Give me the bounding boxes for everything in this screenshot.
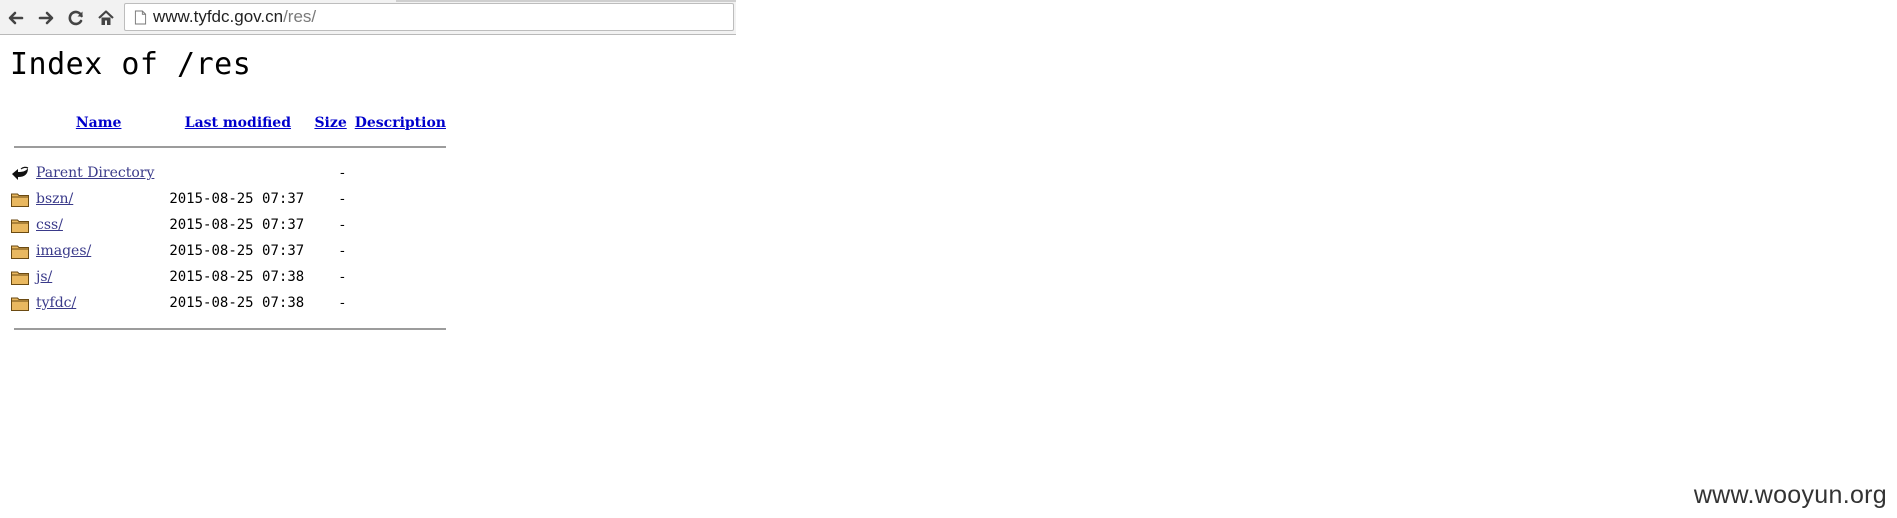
folder-icon [10, 267, 30, 287]
header-size: Size [310, 112, 350, 134]
forward-arrow-icon [38, 11, 54, 25]
home-icon [98, 10, 114, 25]
modified-date: 2015-08-25 07:38 [169, 295, 305, 311]
size-value: - [340, 295, 345, 311]
back-button[interactable] [4, 6, 28, 30]
reload-button[interactable] [64, 6, 88, 30]
url-path: /res/ [283, 7, 317, 26]
file-listing-table: Name Last modified Size Description Pare… [10, 112, 450, 342]
table-row: tyfdc/ 2015-08-25 07:38 - [10, 290, 450, 316]
size-value: - [340, 191, 345, 207]
sort-by-size-link[interactable]: Size [314, 115, 346, 131]
header-description: Description [351, 112, 450, 134]
entry-link[interactable]: bszn/ [36, 191, 73, 207]
folder-icon [10, 215, 30, 235]
table-row: css/ 2015-08-25 07:37 - [10, 212, 450, 238]
header-icon-spacer [10, 112, 32, 134]
sort-by-last-modified-link[interactable]: Last modified [185, 115, 291, 131]
entry-link[interactable]: images/ [36, 243, 91, 259]
folder-icon [10, 189, 30, 209]
back-icon [10, 163, 30, 183]
sort-by-name-link[interactable]: Name [76, 115, 122, 131]
watermark-text: www.wooyun.org [1693, 481, 1887, 509]
divider [14, 146, 446, 148]
tab-strip-edge [396, 0, 736, 2]
address-url: www.tyfdc.gov.cn/res/ [153, 7, 316, 27]
divider [14, 328, 446, 330]
table-row-parent-directory: Parent Directory - [10, 160, 450, 186]
browser-toolbar: www.tyfdc.gov.cn/res/ [0, 0, 736, 35]
header-name: Name [32, 112, 165, 134]
home-button[interactable] [94, 6, 118, 30]
header-last-modified: Last modified [165, 112, 310, 134]
table-row: bszn/ 2015-08-25 07:37 - [10, 186, 450, 212]
reload-icon [68, 10, 83, 26]
size-value: - [340, 165, 345, 181]
parent-directory-link[interactable]: Parent Directory [36, 165, 154, 181]
address-bar[interactable]: www.tyfdc.gov.cn/res/ [124, 3, 734, 31]
url-host: www.tyfdc.gov.cn [153, 7, 284, 26]
page-title: Index of /res [10, 47, 252, 82]
entry-link[interactable]: tyfdc/ [36, 295, 76, 311]
size-value: - [340, 243, 345, 259]
modified-date: 2015-08-25 07:37 [169, 191, 305, 207]
back-arrow-icon [8, 11, 24, 25]
header-divider-row [10, 134, 450, 160]
table-row: js/ 2015-08-25 07:38 - [10, 264, 450, 290]
size-value: - [340, 217, 345, 233]
table-row: images/ 2015-08-25 07:37 - [10, 238, 450, 264]
page-icon [133, 9, 147, 25]
folder-icon [10, 241, 30, 261]
modified-date: 2015-08-25 07:37 [169, 243, 305, 259]
folder-icon [10, 293, 30, 313]
entry-link[interactable]: js/ [36, 269, 52, 285]
table-header-row: Name Last modified Size Description [10, 112, 450, 134]
modified-date: 2015-08-25 07:37 [169, 217, 305, 233]
forward-button[interactable] [34, 6, 58, 30]
size-value: - [340, 269, 345, 285]
directory-listing-page: Index of /res Name Last modified Size De… [10, 34, 450, 342]
sort-by-description-link[interactable]: Description [355, 115, 446, 131]
entry-link[interactable]: css/ [36, 217, 63, 233]
footer-divider-row [10, 316, 450, 342]
modified-date: 2015-08-25 07:38 [169, 269, 305, 285]
